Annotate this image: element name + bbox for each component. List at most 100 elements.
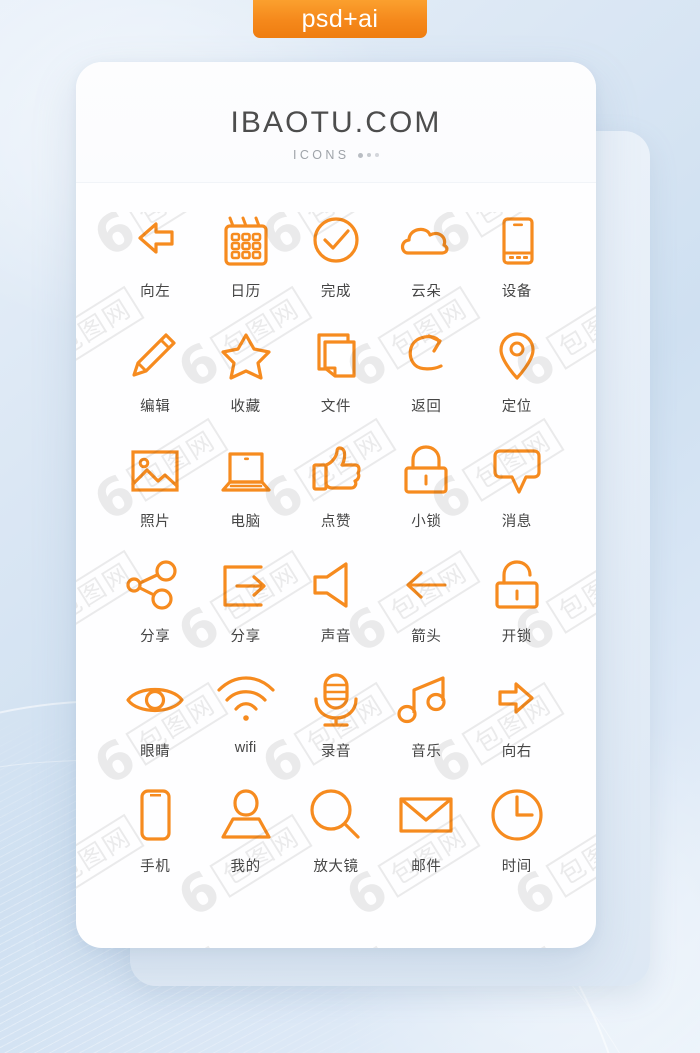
icon-cell-check-circle[interactable]: 完成 [291, 209, 381, 324]
message-bubble-icon [480, 439, 554, 501]
arrow-left-thin-icon [389, 554, 463, 616]
icon-grid: 向左 日历 完成 云朵 设备 编辑 收藏 文件 返回 定位 照片 电脑 点赞 小锁 消息 分享 分享 声音 箭头 开锁… [76, 183, 596, 929]
eye-icon [118, 669, 192, 731]
icon-cell-arrow-left-thin[interactable]: 箭头 [381, 554, 471, 669]
icon-label: 照片 [140, 514, 171, 530]
icon-label: wifi [234, 740, 257, 756]
arrow-left-icon [118, 209, 192, 271]
watermark: 6包图网 [254, 940, 400, 948]
icon-label: 电脑 [230, 514, 261, 530]
icon-label: 声音 [320, 629, 352, 645]
lock-closed-icon [389, 439, 463, 501]
arrow-right-icon [480, 669, 554, 731]
mobile-phone-icon [118, 784, 192, 846]
icon-label: 放大镜 [313, 859, 359, 875]
icon-cell-mobile-phone[interactable]: 手机 [110, 784, 200, 899]
pencil-edit-icon [118, 324, 192, 386]
icon-cell-location-pin[interactable]: 定位 [472, 324, 562, 439]
icon-cell-redo-return[interactable]: 返回 [381, 324, 471, 439]
clock-time-icon [480, 784, 554, 846]
icon-cell-share-export-box[interactable]: 分享 [200, 554, 290, 669]
icon-label: 录音 [320, 744, 352, 760]
microphone-icon [299, 669, 373, 731]
icon-cell-speaker-sound[interactable]: 声音 [291, 554, 381, 669]
icon-cell-lock-closed[interactable]: 小锁 [381, 439, 471, 554]
thumbs-up-icon [299, 439, 373, 501]
dots-decoration [357, 152, 380, 158]
icon-label: 设备 [501, 284, 532, 300]
icon-cell-lock-open[interactable]: 开锁 [472, 554, 562, 669]
watermark: 6包图网 [422, 940, 568, 948]
icon-label: 点赞 [320, 514, 352, 530]
icon-cell-arrow-left[interactable]: 向左 [110, 209, 200, 324]
icon-cell-photo[interactable]: 照片 [110, 439, 200, 554]
icon-cell-share-nodes[interactable]: 分享 [110, 554, 200, 669]
icon-cell-file[interactable]: 文件 [291, 324, 381, 439]
icon-label: 定位 [501, 399, 532, 415]
icon-cell-arrow-right[interactable]: 向右 [472, 669, 562, 784]
icon-label: 小锁 [411, 514, 442, 530]
magnifier-search-icon [299, 784, 373, 846]
icon-label: 手机 [140, 859, 171, 875]
icon-label: 完成 [320, 284, 352, 300]
icon-cell-eye[interactable]: 眼睛 [110, 669, 200, 784]
icon-label: 时间 [501, 859, 532, 875]
psd-ai-badge: psd+ai [253, 0, 427, 38]
icon-cell-wifi[interactable]: wifi [200, 669, 290, 784]
user-profile-icon [209, 784, 283, 846]
icon-label: 文件 [320, 399, 352, 415]
icon-cell-microphone[interactable]: 录音 [291, 669, 381, 784]
icon-cell-cloud[interactable]: 云朵 [381, 209, 471, 324]
share-export-box-icon [209, 554, 283, 616]
file-icon [299, 324, 373, 386]
icon-cell-laptop[interactable]: 电脑 [200, 439, 290, 554]
icon-label: 收藏 [230, 399, 261, 415]
icon-label: 开锁 [501, 629, 532, 645]
page-subtitle: ICONS [292, 148, 350, 162]
watermark-text: 包图网 [125, 945, 229, 948]
music-note-icon [389, 669, 463, 731]
calendar-icon [209, 209, 283, 271]
share-nodes-icon [118, 554, 192, 616]
icon-cell-calendar[interactable]: 日历 [200, 209, 290, 324]
icon-label: 返回 [411, 399, 442, 415]
icon-cell-pencil-edit[interactable]: 编辑 [110, 324, 200, 439]
laptop-icon [209, 439, 283, 501]
wifi-icon [209, 669, 283, 731]
icon-label: 分享 [140, 629, 171, 645]
icon-cell-user-profile[interactable]: 我的 [200, 784, 290, 899]
icon-label: 眼睛 [140, 744, 171, 760]
icon-set-card: IBAOTU.COM ICONS 6包图网6包图网6包图网6包图网6包图网6包图… [76, 62, 596, 948]
icon-label: 箭头 [411, 629, 442, 645]
photo-icon [118, 439, 192, 501]
icon-cell-device[interactable]: 设备 [472, 209, 562, 324]
card-header: IBAOTU.COM ICONS [76, 62, 596, 183]
icon-label: 邮件 [411, 859, 442, 875]
cloud-icon [389, 209, 463, 271]
star-favorite-icon [209, 324, 283, 386]
watermark: 6包图网 [86, 940, 232, 948]
mail-envelope-icon [389, 784, 463, 846]
check-circle-icon [299, 209, 373, 271]
icon-label: 向右 [501, 744, 532, 760]
icon-label: 音乐 [411, 744, 442, 760]
icon-cell-mail-envelope[interactable]: 邮件 [381, 784, 471, 899]
icon-cell-music-note[interactable]: 音乐 [381, 669, 471, 784]
watermark-text: 包图网 [293, 945, 397, 948]
subtitle-row: ICONS [76, 148, 596, 162]
icon-cell-clock-time[interactable]: 时间 [472, 784, 562, 899]
icon-label: 向左 [140, 284, 171, 300]
lock-open-icon [480, 554, 554, 616]
icon-label: 我的 [230, 859, 261, 875]
page-title: IBAOTU.COM [230, 106, 442, 139]
redo-return-icon [389, 324, 463, 386]
icon-cell-magnifier-search[interactable]: 放大镜 [291, 784, 381, 899]
icon-cell-message-bubble[interactable]: 消息 [472, 439, 562, 554]
speaker-sound-icon [299, 554, 373, 616]
icon-label: 云朵 [411, 284, 442, 300]
location-pin-icon [480, 324, 554, 386]
device-icon [480, 209, 554, 271]
icon-cell-star-favorite[interactable]: 收藏 [200, 324, 290, 439]
icon-cell-thumbs-up[interactable]: 点赞 [291, 439, 381, 554]
icon-label: 消息 [501, 514, 532, 530]
